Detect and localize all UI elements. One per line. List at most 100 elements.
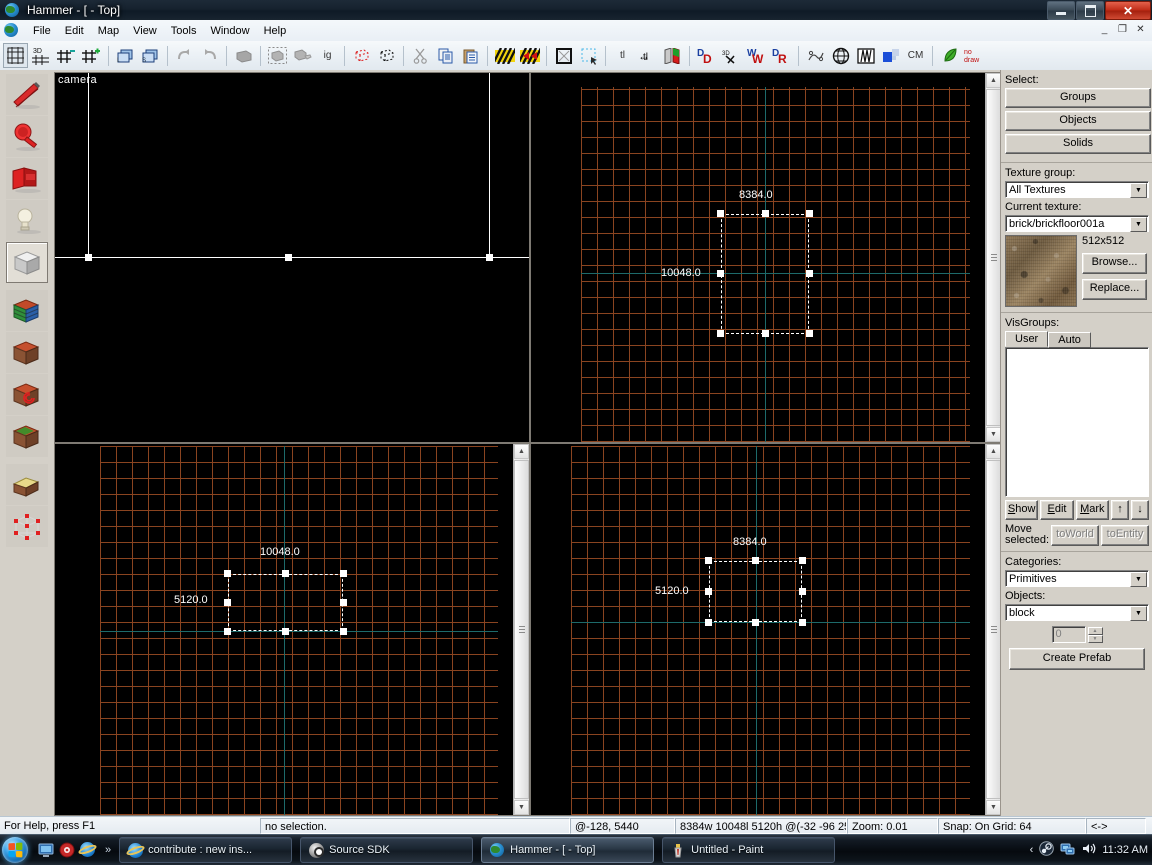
internet-explorer-icon[interactable] bbox=[80, 842, 96, 858]
selection-handle[interactable] bbox=[340, 570, 347, 577]
select-groups-button[interactable]: Groups bbox=[1005, 88, 1151, 108]
close-button[interactable]: ✕ bbox=[1105, 1, 1151, 20]
toggle-texture-scaling-lock-button[interactable] bbox=[518, 44, 541, 67]
load-pointfile-button[interactable]: L bbox=[114, 44, 137, 67]
flip-objects-button[interactable] bbox=[661, 44, 684, 67]
magnify-tool[interactable] bbox=[6, 116, 48, 157]
selection-handle[interactable] bbox=[224, 599, 231, 606]
select-solids-button[interactable]: Solids bbox=[1005, 134, 1151, 154]
menu-map[interactable]: Map bbox=[91, 23, 126, 39]
tab-user[interactable]: User bbox=[1005, 331, 1049, 347]
selection-handle[interactable] bbox=[762, 210, 769, 217]
volume-icon[interactable] bbox=[1081, 841, 1096, 859]
toggle-radius-culling-button[interactable]: D R bbox=[770, 44, 793, 67]
tray-chevron-icon[interactable]: ‹ bbox=[1030, 844, 1034, 856]
visgroup-show-button[interactable]: Show bbox=[1005, 500, 1039, 520]
top-viewport-scrollbar[interactable]: ▲ ▼ bbox=[985, 73, 1001, 442]
mdi-close-button[interactable]: ✕ bbox=[1132, 22, 1149, 37]
app-globe-icon[interactable] bbox=[4, 22, 20, 39]
side-viewport[interactable]: 8384.0 5120.0 ▲ ▼ bbox=[530, 443, 1002, 816]
ignore-groups-button[interactable]: ig bbox=[316, 44, 339, 67]
block-tool[interactable] bbox=[6, 242, 48, 283]
menu-edit[interactable]: Edit bbox=[58, 23, 91, 39]
hide-selected-button[interactable] bbox=[350, 44, 373, 67]
taskbar-item-contribute[interactable]: contribute : new ins... bbox=[119, 837, 293, 863]
scroll-down-icon[interactable]: ▼ bbox=[986, 800, 1001, 815]
objects-combo[interactable]: block ▼ bbox=[1005, 604, 1149, 621]
scroll-down-icon[interactable]: ▼ bbox=[514, 800, 529, 815]
categories-combo[interactable]: Primitives ▼ bbox=[1005, 570, 1149, 587]
hide-unselected-button[interactable] bbox=[375, 44, 398, 67]
selection-handle[interactable] bbox=[752, 619, 759, 626]
texture-preview-swatch[interactable] bbox=[1005, 235, 1077, 307]
browse-texture-button[interactable]: Browse... bbox=[1082, 253, 1147, 274]
menu-view[interactable]: View bbox=[126, 23, 164, 39]
selection-handle[interactable] bbox=[717, 270, 724, 277]
selection-tool[interactable] bbox=[6, 74, 48, 115]
chevron-down-icon[interactable]: ▼ bbox=[1130, 572, 1147, 587]
taskbar-item-source-sdk[interactable]: Source SDK bbox=[300, 837, 474, 863]
toggle-texture-lock-button[interactable] bbox=[493, 44, 516, 67]
camera-render-surface[interactable] bbox=[55, 73, 529, 442]
mdi-minimize-button[interactable]: _ bbox=[1096, 22, 1113, 37]
menu-file[interactable]: File bbox=[26, 23, 58, 39]
clipping-tool[interactable] bbox=[6, 464, 48, 505]
selection-handle[interactable] bbox=[224, 570, 231, 577]
visgroup-move-down-button[interactable]: ↓ bbox=[1130, 500, 1149, 520]
selection-handle[interactable] bbox=[806, 330, 813, 337]
show-desktop-icon[interactable] bbox=[38, 842, 54, 858]
save-pointfile-button[interactable]: S bbox=[139, 44, 162, 67]
scroll-down-icon[interactable]: ▼ bbox=[986, 427, 1001, 442]
camera-tool[interactable] bbox=[6, 158, 48, 199]
apply-current-texture-tool[interactable] bbox=[6, 332, 48, 373]
selection-handle[interactable] bbox=[705, 557, 712, 564]
start-button[interactable] bbox=[2, 837, 28, 863]
selection-handle[interactable] bbox=[806, 210, 813, 217]
texture-application-button[interactable]: tl bbox=[611, 44, 634, 67]
toggle-2d-grid-button[interactable] bbox=[3, 43, 28, 68]
steam-tray-icon[interactable] bbox=[1039, 841, 1055, 859]
selection-handle[interactable] bbox=[340, 599, 347, 606]
overlay-tool[interactable] bbox=[6, 416, 48, 457]
menu-help[interactable]: Help bbox=[257, 23, 294, 39]
side-viewport-scrollbar[interactable]: ▲ ▼ bbox=[985, 444, 1001, 815]
toggle-selection-mode-button[interactable] bbox=[552, 44, 575, 67]
visgroup-move-up-button[interactable]: ↑ bbox=[1110, 500, 1129, 520]
decal-tool[interactable] bbox=[6, 374, 48, 415]
apply-decals-button[interactable]: ↔ tl bbox=[636, 44, 659, 67]
selection-handle[interactable] bbox=[705, 588, 712, 595]
scroll-thumb[interactable] bbox=[986, 89, 1001, 426]
selection-handle[interactable] bbox=[486, 254, 493, 261]
selection-handle[interactable] bbox=[282, 628, 289, 635]
selection-handle[interactable] bbox=[282, 570, 289, 577]
toggle-skybox-button[interactable] bbox=[879, 44, 902, 67]
front-viewport[interactable]: 10048.0 5120.0 ▲ ▼ bbox=[54, 443, 530, 816]
camera-viewport[interactable]: camera bbox=[54, 72, 530, 443]
toggle-hidden-button[interactable] bbox=[854, 44, 877, 67]
network-icon[interactable] bbox=[1060, 841, 1075, 859]
paste-button[interactable] bbox=[459, 44, 482, 67]
selection-handle[interactable] bbox=[717, 330, 724, 337]
selection-handle[interactable] bbox=[340, 628, 347, 635]
menu-tools[interactable]: Tools bbox=[164, 23, 204, 39]
front-viewport-scrollbar[interactable]: ▲ ▼ bbox=[513, 444, 529, 815]
scroll-thumb[interactable] bbox=[986, 460, 1001, 799]
chevron-down-icon[interactable]: ▼ bbox=[1130, 606, 1147, 621]
cm-button[interactable]: CM bbox=[904, 44, 927, 67]
menu-window[interactable]: Window bbox=[203, 23, 256, 39]
spinner-down-icon[interactable]: ▼ bbox=[1087, 634, 1103, 643]
selection-handle[interactable] bbox=[799, 557, 806, 564]
selection-handle[interactable] bbox=[224, 628, 231, 635]
visgroup-edit-button[interactable]: Edit bbox=[1040, 500, 1074, 520]
taskbar-item-paint[interactable]: Untitled - Paint bbox=[662, 837, 836, 863]
selection-handle[interactable] bbox=[799, 588, 806, 595]
toggle-helpers-button[interactable] bbox=[804, 44, 827, 67]
overflow-chevron-icon[interactable]: » bbox=[105, 844, 111, 856]
side-viewport-selection-box[interactable] bbox=[709, 561, 802, 622]
chevron-down-icon[interactable]: ▼ bbox=[1130, 183, 1147, 198]
current-texture-combo[interactable]: brick/brickfloor001a ▼ bbox=[1005, 215, 1149, 232]
texture-group-combo[interactable]: All Textures ▼ bbox=[1005, 181, 1149, 198]
visgroups-list[interactable] bbox=[1005, 347, 1149, 497]
toggle-cordon-button[interactable] bbox=[577, 44, 600, 67]
selection-handle[interactable] bbox=[762, 330, 769, 337]
